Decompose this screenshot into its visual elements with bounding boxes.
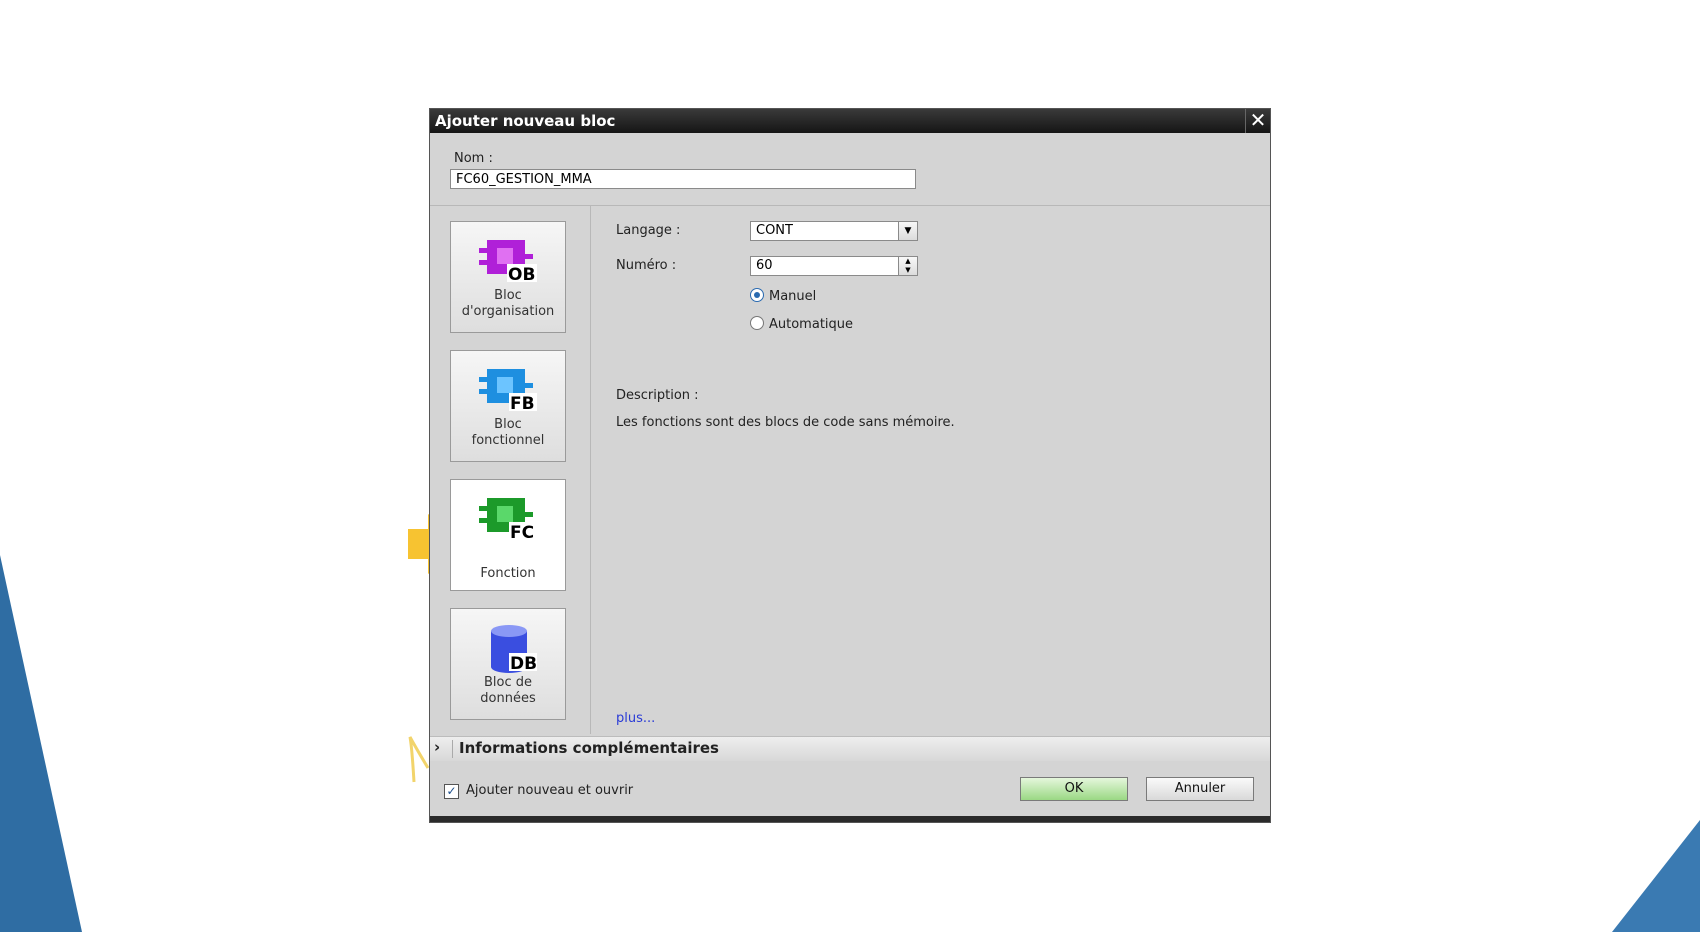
number-stepper[interactable]: 60 ▲ ▼ [750, 256, 918, 276]
info-section-title: Informations complémentaires [459, 739, 719, 757]
block-type-label: Bloc [494, 288, 522, 303]
dialog-titlebar: Ajouter nouveau bloc ✕ [430, 109, 1270, 133]
description-text: Les fonctions sont des blocs de code san… [616, 415, 955, 430]
divider-horizontal [430, 205, 1270, 206]
radio-unselected-icon[interactable] [750, 316, 764, 330]
ob-block-icon: OB [479, 240, 537, 284]
info-section-header[interactable]: › Informations complémentaires [430, 736, 1270, 762]
block-type-label: Fonction [480, 566, 536, 581]
fb-block-icon: FB [479, 369, 537, 413]
number-value: 60 [756, 258, 773, 273]
radio-selected-icon[interactable] [750, 288, 764, 302]
divider-vertical [590, 206, 591, 734]
number-label: Numéro : [616, 258, 677, 273]
right-blue-triangle [1612, 820, 1700, 932]
add-open-checkbox[interactable]: ✓ [444, 784, 459, 799]
add-block-dialog: Ajouter nouveau bloc ✕ Nom : OB Bloc d'o… [430, 109, 1270, 822]
stepper-arrows-icon[interactable]: ▲ ▼ [898, 257, 917, 275]
description-label: Description : [616, 388, 699, 403]
block-type-ob-button[interactable]: OB Bloc d'organisation [450, 221, 566, 333]
close-icon[interactable]: ✕ [1245, 109, 1270, 133]
block-type-label: données [480, 691, 536, 706]
svg-text:FC: FC [510, 523, 534, 542]
radio-manual[interactable]: Manuel [750, 288, 816, 304]
language-value: CONT [756, 223, 793, 238]
ok-button[interactable]: OK [1020, 777, 1128, 801]
block-type-label: d'organisation [461, 304, 555, 319]
language-label: Langage : [616, 223, 681, 238]
left-blue-triangle [0, 555, 82, 932]
fc-block-icon: FC [479, 498, 537, 542]
block-type-label: Bloc de [483, 675, 532, 690]
block-type-fc-button[interactable]: FC Fonction [450, 479, 566, 591]
radio-automatic-label: Automatique [769, 317, 854, 332]
dialog-bottom-bar [430, 816, 1270, 822]
chevron-right-icon[interactable]: › [434, 738, 440, 756]
name-label: Nom : [454, 151, 493, 166]
chevron-down-icon[interactable]: ▼ [898, 222, 917, 240]
cancel-button[interactable]: Annuler [1146, 777, 1254, 801]
block-type-label: Bloc [494, 417, 522, 432]
db-block-icon: DB [491, 625, 537, 674]
radio-automatic[interactable]: Automatique [750, 316, 853, 332]
block-type-fb-button[interactable]: FB Bloc fonctionnel [450, 350, 566, 462]
block-type-db-button[interactable]: DB Bloc de données [450, 608, 566, 720]
svg-text:FB: FB [510, 394, 535, 413]
more-link[interactable]: plus... [616, 711, 655, 726]
name-input[interactable] [450, 169, 916, 189]
svg-text:DB: DB [510, 654, 537, 674]
radio-manual-label: Manuel [769, 289, 817, 304]
handwritten-mark-icon [408, 736, 430, 783]
dialog-footer: ✓ Ajouter nouveau et ouvrir OK Annuler [430, 761, 1270, 816]
add-open-label: Ajouter nouveau et ouvrir [466, 783, 634, 798]
language-select[interactable]: CONT ▼ [750, 221, 918, 241]
svg-text:OB: OB [508, 265, 535, 284]
dialog-title: Ajouter nouveau bloc [435, 112, 616, 130]
block-type-label: fonctionnel [471, 433, 545, 448]
